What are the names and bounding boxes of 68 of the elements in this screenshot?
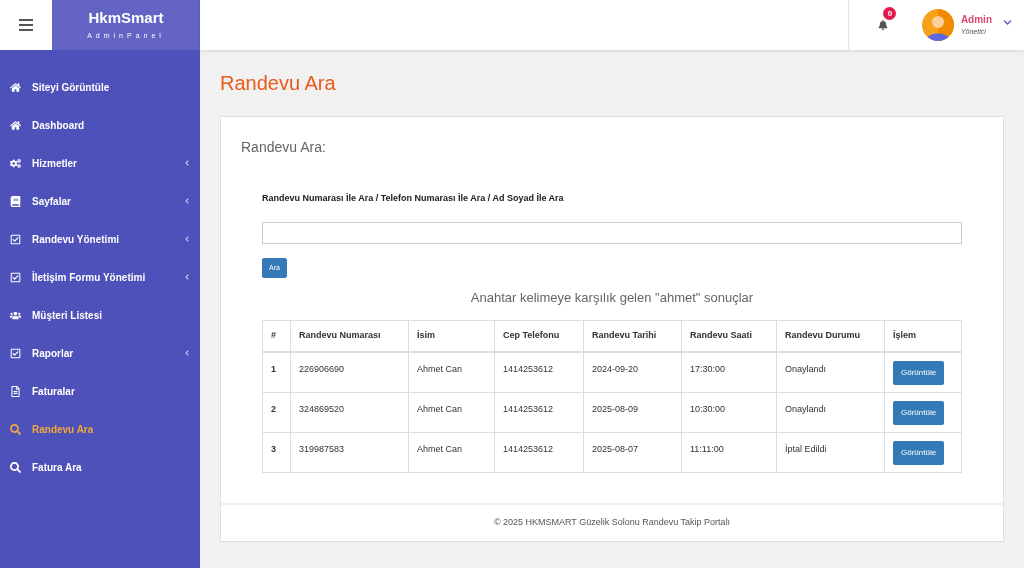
table-cell: 1414253612 <box>494 432 584 472</box>
column-header: Randevu Saati <box>681 320 777 352</box>
user-name: Admin <box>960 13 992 28</box>
column-header: # <box>262 320 291 352</box>
card-heading: Randevu Ara: <box>241 138 327 157</box>
sidebar-item[interactable]: Raporlar <box>0 334 200 372</box>
sidebar-item[interactable]: Hizmetler <box>0 144 200 182</box>
checkbox-icon <box>10 271 21 283</box>
table-cell: 3 <box>262 432 291 472</box>
users-icon <box>10 309 21 321</box>
table-cell: 324869520 <box>290 392 409 432</box>
table-cell: Onaylandı <box>776 392 885 432</box>
table-cell: 1414253612 <box>494 352 584 392</box>
checkbox-icon <box>10 233 21 245</box>
sidebar-item[interactable]: Siteyi Görüntüle <box>0 68 200 106</box>
sidebar-item[interactable]: Randevu Yönetimi <box>0 220 200 258</box>
sidebar-item[interactable]: Müşteri Listesi <box>0 296 200 334</box>
column-header: Randevu Tarihi <box>583 320 682 352</box>
search-icon <box>10 461 21 473</box>
sidebar-item[interactable]: Dashboard <box>0 106 200 144</box>
home-icon <box>10 81 21 93</box>
view-button[interactable]: Görüntüle <box>893 361 945 385</box>
column-header: İsim <box>408 320 495 352</box>
sidebar-item[interactable]: İletişim Formu Yönetimi <box>0 258 200 296</box>
column-header: İşlem <box>884 320 962 352</box>
table-cell: 17:30:00 <box>681 352 777 392</box>
table-cell: 1414253612 <box>494 392 584 432</box>
table-cell: İptal Edildi <box>776 432 885 472</box>
table-cell: 1 <box>262 352 291 392</box>
table-cell: Onaylandı <box>776 352 885 392</box>
column-header: Randevu Durumu <box>776 320 885 352</box>
sidebar-item[interactable]: Fatura Ara <box>0 448 200 486</box>
view-button[interactable]: Görüntüle <box>893 400 945 425</box>
gears-icon <box>10 157 21 169</box>
table-cell: 2025-08-07 <box>583 432 682 472</box>
results-caption: Anahtar kelimeye karşılık gelen "ahmet" sonuçlar <box>469 289 755 307</box>
book-icon <box>10 195 21 207</box>
bell-icon <box>878 20 889 30</box>
avatar <box>921 9 954 41</box>
table-cell: 2024-09-20 <box>583 352 682 392</box>
search-icon <box>10 423 21 435</box>
home-icon <box>10 119 21 131</box>
table-cell: Ahmet Can <box>408 352 495 392</box>
column-header: Cep Telefonu <box>494 320 584 352</box>
table-cell: Ahmet Can <box>408 392 495 432</box>
menu-icon <box>19 19 33 31</box>
brand-title: HkmSmart <box>88 8 164 28</box>
sidebar-item[interactable]: Sayfalar <box>0 182 200 220</box>
table-cell: 2 <box>262 392 291 432</box>
column-header: Randevu Numarası <box>290 320 409 352</box>
table-cell: 10:30:00 <box>681 392 777 432</box>
page-title: Randevu Ara <box>220 71 337 96</box>
search-field[interactable] <box>262 221 962 244</box>
search-label: Randevu Numarası İle Ara / Telefon Numarası İle Ara / Ad Soyad İle Ara <box>262 192 565 205</box>
table-cell: Ahmet Can <box>408 432 495 472</box>
table-cell: 2025-08-09 <box>583 392 682 432</box>
document-icon <box>10 385 21 397</box>
table-cell: 319987583 <box>290 432 409 472</box>
table-cell: 11:11:00 <box>681 432 777 472</box>
chevron-icon <box>1003 17 1012 27</box>
view-button[interactable]: Görüntüle <box>893 440 945 465</box>
notification-count: 0 <box>883 7 897 20</box>
sidebar-item[interactable]: Faturalar <box>0 372 200 410</box>
footer-text: © 2025 HKMSMART Güzelik Solonu Randevu Takip Portalı <box>493 515 731 529</box>
menu-button[interactable] <box>19 19 33 31</box>
sidebar-item[interactable]: Randevu Ara <box>0 410 200 448</box>
checkbox-icon <box>10 347 21 359</box>
table-cell: 226906690 <box>290 352 409 392</box>
